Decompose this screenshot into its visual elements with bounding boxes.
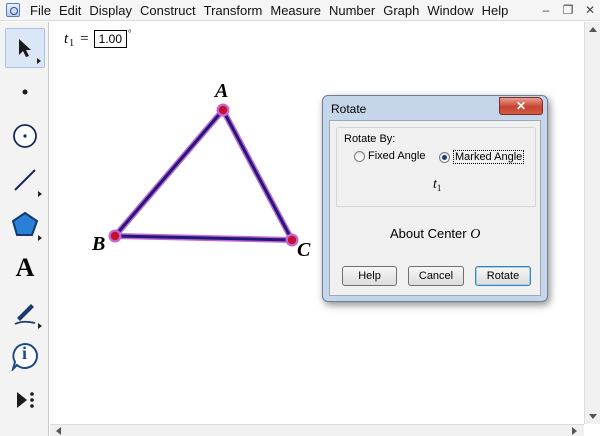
scroll-left-icon[interactable] [56,427,61,435]
circle-icon [13,124,37,148]
about-center-text: About Center O [390,226,480,243]
menu-display[interactable]: Display [85,0,136,21]
dialog-close-button[interactable]: ✕ [499,97,543,115]
custom-tools-icon [17,392,34,408]
menu-help[interactable]: Help [478,0,513,21]
straightedge-tool[interactable] [5,160,45,200]
marked-angle-name: t1 [433,177,441,193]
menu-construct[interactable]: Construct [136,0,200,21]
scroll-up-icon[interactable] [589,27,597,32]
information-tool[interactable]: i [5,336,45,376]
info-glyph: i [22,343,28,363]
fixed-angle-label[interactable]: Fixed Angle [368,150,425,162]
point-label-c[interactable]: C [297,239,310,262]
menu-number[interactable]: Number [325,0,379,21]
app-icon[interactable] [6,3,20,17]
marked-angle-option[interactable]: Marked Angle [439,150,525,164]
rotate-by-label: Rotate By: [342,133,398,145]
tool-expand-arrow-icon [38,323,42,329]
help-button[interactable]: Help [342,266,397,286]
segment-ac[interactable] [221,109,294,241]
horizontal-scrollbar[interactable] [50,424,584,436]
close-icon: ✕ [515,99,527,113]
point-label-a[interactable]: A [215,80,228,103]
angle-subscript: 1 [436,183,442,193]
scroll-right-icon[interactable] [572,427,577,435]
menu-graph[interactable]: Graph [379,0,423,21]
marker-pen-icon [14,304,36,325]
segment-highlights [112,107,295,243]
menu-transform[interactable]: Transform [200,0,267,21]
fixed-angle-radio[interactable] [354,150,365,162]
point-tool[interactable] [5,72,45,112]
point-b[interactable] [108,229,122,243]
compass-tool[interactable] [5,116,45,156]
vertical-scrollbar[interactable] [584,22,600,424]
restore-button[interactable]: ❐ [558,1,578,19]
polygon-icon [11,211,39,236]
fixed-angle-option[interactable]: Fixed Angle [354,150,425,162]
close-window-button[interactable]: ✕ [580,1,600,19]
segment-icon [14,169,36,191]
dialog-body: Rotate By: Fixed Angle Marked Angle t1 A… [329,120,541,296]
text-icon: A [15,253,35,282]
point-icon [22,89,28,95]
menu-bar: File Edit Display Construct Transform Me… [0,0,600,21]
segment-ab[interactable] [113,109,225,237]
selection-arrow-tool[interactable] [5,28,45,68]
center-name: O [470,227,481,242]
text-tool[interactable]: A [5,248,45,288]
toolbox: A i [0,22,49,436]
menu-edit[interactable]: Edit [55,0,85,21]
polygon-tool[interactable] [5,204,45,244]
about-center-label: About Center [390,226,467,241]
rotate-dialog: Rotate ✕ Rotate By: Fixed Angle Marked A… [322,95,548,302]
menu-window[interactable]: Window [423,0,477,21]
minimize-button[interactable]: – [536,1,556,19]
tool-expand-arrow-icon [38,235,42,241]
marked-angle-label[interactable]: Marked Angle [453,150,525,164]
rotate-button[interactable]: Rotate [475,266,531,286]
scroll-down-icon[interactable] [589,414,597,419]
custom-tool[interactable] [5,380,45,420]
marked-angle-radio[interactable] [439,151,450,163]
marker-tool[interactable] [5,292,45,332]
point-a[interactable] [216,103,230,117]
menu-measure[interactable]: Measure [266,0,325,21]
tool-expand-arrow-icon [38,191,42,197]
dialog-title: Rotate [331,102,367,116]
menu-file[interactable]: File [26,0,55,21]
point-label-b[interactable]: B [92,233,105,256]
tool-expand-arrow-icon [37,58,41,64]
arrow-icon [19,39,31,57]
cancel-button[interactable]: Cancel [408,266,464,286]
